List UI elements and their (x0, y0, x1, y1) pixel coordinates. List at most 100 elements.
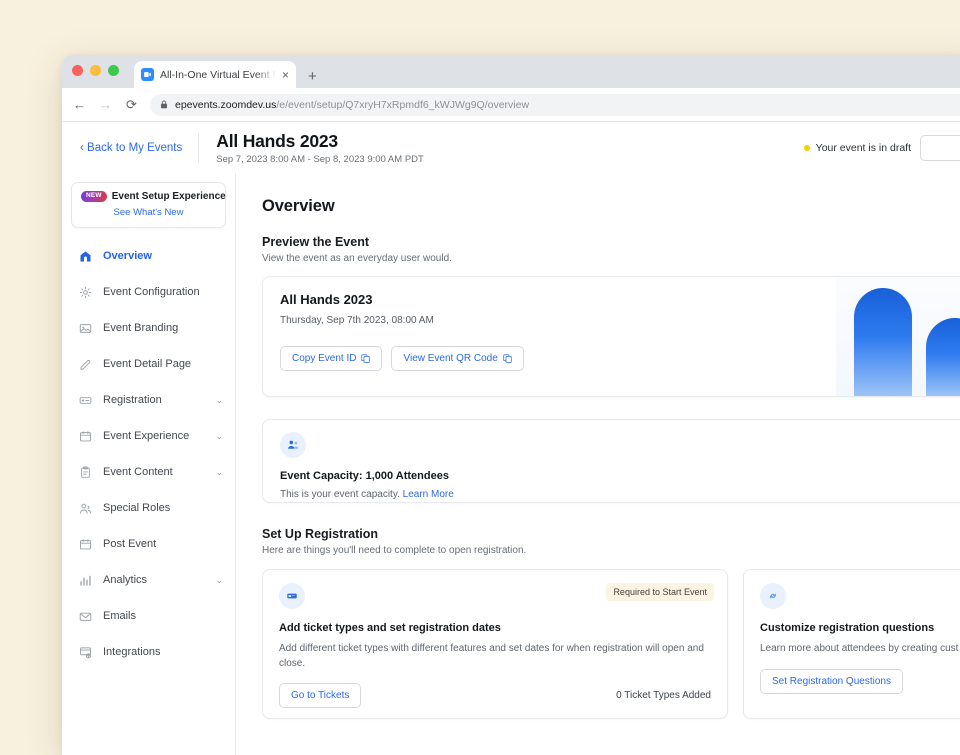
browser-tab[interactable]: All-In-One Virtual Event Platfo × (134, 61, 296, 88)
chevron-down-icon[interactable]: ⌄ (215, 396, 223, 405)
attendees-icon (280, 432, 306, 458)
chevron-down-icon[interactable]: ⌄ (215, 468, 223, 477)
integrations-icon (79, 646, 92, 659)
sidebar-item-label: Integrations (103, 646, 160, 658)
promo-card[interactable]: NEW Event Setup Experience See What's Ne… (71, 182, 226, 228)
page-title: All Hands 2023 (216, 131, 424, 152)
pencil-icon (79, 358, 92, 371)
close-window-button[interactable] (72, 65, 83, 76)
sidebar-item-registration[interactable]: Registration⌄ (62, 382, 235, 418)
zoom-video-icon (141, 68, 154, 81)
app-body: NEW Event Setup Experience See What's Ne… (62, 173, 960, 755)
sidebar-item-label: Event Experience (103, 430, 189, 442)
sidebar-item-event-configuration[interactable]: Event Configuration (62, 274, 235, 310)
sidebar-item-overview[interactable]: Overview (62, 238, 235, 274)
event-capacity-description: This is your event capacity. Learn More (280, 489, 960, 500)
new-badge: NEW (81, 191, 107, 202)
status-dot-icon (804, 145, 810, 151)
set-registration-questions-button[interactable]: Set Registration Questions (760, 669, 903, 694)
status-badge-label: Your event is in draft (816, 142, 911, 154)
sidebar-item-label: Post Event (103, 538, 156, 550)
status-badge: Your event is in draft (804, 142, 911, 154)
hero-shape (926, 318, 960, 396)
chevron-down-icon[interactable]: ⌄ (215, 432, 223, 441)
back-button[interactable]: ← (72, 97, 87, 112)
people-icon (79, 502, 92, 515)
promo-row: NEW Event Setup Experience (81, 191, 216, 202)
registration-section-head: Set Up Registration Here are things you'… (262, 527, 960, 556)
close-icon[interactable]: × (282, 69, 289, 81)
sidebar-item-label: Event Configuration (103, 286, 200, 298)
chevron-down-icon[interactable]: ⌄ (215, 576, 223, 585)
sidebar-item-analytics[interactable]: Analytics⌄ (62, 562, 235, 598)
sidebar-item-event-experience[interactable]: Event Experience ⌄ (62, 418, 235, 454)
calendar-icon (79, 538, 92, 551)
registration-cards-row: Required to Start Event Add ticket types… (262, 569, 960, 719)
required-badge: Required to Start Event (606, 583, 714, 601)
address-bar[interactable]: epevents.zoomdev.us/e/event/setup/Q7xryH… (150, 94, 960, 116)
ticket-icon (79, 394, 92, 407)
registration-card-footer: Set Registration Questions (760, 669, 960, 694)
main-content: Overview Preview the Event View the even… (236, 173, 960, 755)
maximize-window-button[interactable] (108, 65, 119, 76)
capacity-desc-text: This is your event capacity. (280, 489, 400, 500)
preview-section-subtitle: View the event as an everyday user would… (262, 253, 960, 264)
image-icon (79, 322, 92, 335)
lock-icon (160, 100, 168, 109)
event-hero-image (836, 277, 960, 396)
sidebar-item-label: Special Roles (103, 502, 170, 514)
preview-section-title: Preview the Event (262, 235, 960, 249)
learn-more-link[interactable]: Learn More (403, 489, 454, 500)
address-bar-url: epevents.zoomdev.us/e/event/setup/Q7xryH… (175, 99, 529, 111)
view-event-qr-label: View Event QR Code (403, 353, 497, 364)
back-to-my-events-link[interactable]: ‹ Back to My Events (80, 142, 198, 154)
copy-event-id-button[interactable]: Copy Event ID (280, 346, 382, 371)
sidebar-item-label: Event Content (103, 466, 173, 478)
see-whats-new-link[interactable]: See What's New (81, 207, 216, 218)
window-traffic-lights (72, 65, 119, 76)
forward-button[interactable]: → (98, 97, 113, 112)
header-divider (198, 133, 199, 163)
overview-heading: Overview (262, 197, 960, 216)
link-icon (760, 583, 786, 609)
browser-toolbar: ← → ⟳ epevents.zoomdev.us/e/event/setup/… (62, 88, 960, 122)
sidebar-item-event-detail-page[interactable]: Event Detail Page (62, 346, 235, 382)
app-header: ‹ Back to My Events All Hands 2023 Sep 7… (62, 122, 960, 173)
ticket-types-count: 0 Ticket Types Added (616, 690, 711, 701)
view-event-qr-code-button[interactable]: View Event QR Code (391, 346, 523, 371)
event-capacity-card: Event Capacity: 1,000 Attendees This is … (262, 419, 960, 503)
header-right: Your event is in draft (804, 135, 960, 161)
browser-tab-title: All-In-One Virtual Event Platfo (160, 69, 276, 81)
event-capacity-title: Event Capacity: 1,000 Attendees (280, 470, 960, 482)
sidebar-item-special-roles[interactable]: Special Roles (62, 490, 235, 526)
event-daterange: Sep 7, 2023 8:00 AM - Sep 8, 2023 9:00 A… (216, 154, 424, 165)
go-to-tickets-button[interactable]: Go to Tickets (279, 683, 361, 708)
sidebar-item-label: Overview (103, 250, 152, 262)
gear-icon (79, 286, 92, 299)
sidebar-item-label: Event Branding (103, 322, 178, 334)
url-path: /e/event/setup/Q7xryH7xRpmdf6_kWJWg9Q/ov… (276, 99, 529, 111)
new-tab-button[interactable]: + (308, 69, 317, 84)
event-preview-date: Thursday, Sep 7th 2023, 08:00 AM (280, 315, 836, 326)
clipboard-icon (79, 466, 92, 479)
sidebar: NEW Event Setup Experience See What's Ne… (62, 173, 236, 755)
event-preview-details: All Hands 2023 Thursday, Sep 7th 2023, 0… (263, 277, 836, 396)
minimize-window-button[interactable] (90, 65, 101, 76)
event-preview-title: All Hands 2023 (280, 292, 836, 307)
sidebar-item-event-content[interactable]: Event Content ⌄ (62, 454, 235, 490)
registration-card-description: Add different ticket types with differen… (279, 642, 711, 671)
event-preview-actions: Copy Event ID View Event QR Code (280, 346, 836, 371)
header-titles: All Hands 2023 Sep 7, 2023 8:00 AM - Sep… (216, 131, 424, 165)
reload-button[interactable]: ⟳ (124, 97, 139, 112)
browser-window: All-In-One Virtual Event Platfo × + ← → … (62, 55, 960, 755)
sidebar-item-post-event[interactable]: Post Event (62, 526, 235, 562)
promo-title: Event Setup Experience (112, 191, 226, 202)
sidebar-item-event-branding[interactable]: Event Branding (62, 310, 235, 346)
sidebar-item-label: Emails (103, 610, 136, 622)
sidebar-item-integrations[interactable]: Integrations (62, 634, 235, 670)
sidebar-item-emails[interactable]: Emails (62, 598, 235, 634)
registration-section-title: Set Up Registration (262, 527, 960, 541)
header-action-button[interactable] (920, 135, 960, 161)
registration-section-subtitle: Here are things you'll need to complete … (262, 545, 960, 556)
hero-shape (854, 288, 912, 396)
